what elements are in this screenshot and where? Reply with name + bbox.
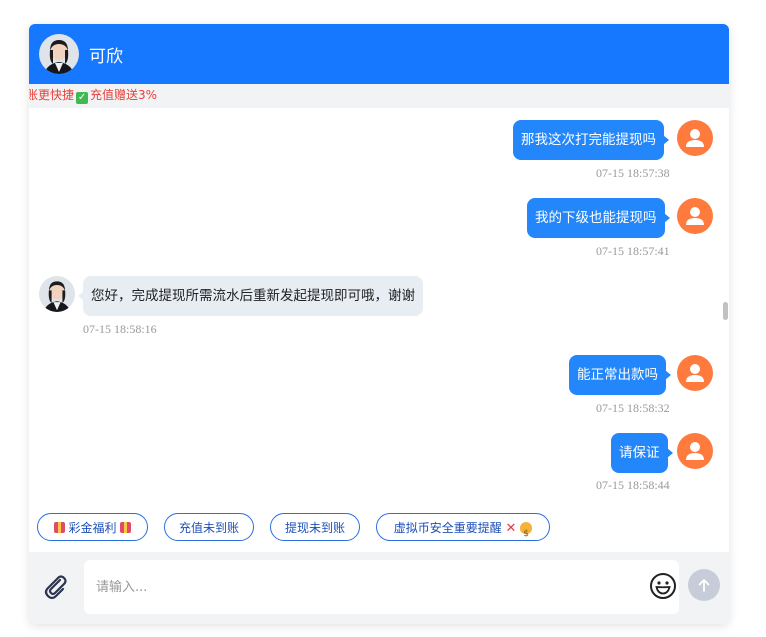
arrow-up-icon — [698, 579, 710, 592]
check-icon: ✓ — [76, 92, 89, 104]
message-time: 07-15 18:58:44 — [596, 478, 670, 492]
quick-reply-crypto-warning[interactable]: 虚拟币安全重要提醒 ✕ — [376, 513, 550, 548]
message-bubble: 请保证 — [611, 433, 672, 473]
user-avatar-icon — [677, 355, 713, 391]
message-bubble: 能正常出款吗 — [569, 355, 671, 395]
message-bubble: 那我这次打完能提现吗 — [513, 120, 669, 160]
agent-avatar — [39, 34, 79, 74]
quick-reply-bar: 彩金福利 充值未到账 提现未到账 虚拟币安全重要提醒 ✕ — [29, 502, 729, 552]
quick-reply-bonus[interactable]: 彩金福利 — [37, 513, 148, 541]
chat-window: 可欣 账更快捷 ✓ 充值赠送3% 那我这次打完能提现吗 07-15 18:57:38… — [29, 24, 729, 624]
message-bubble: 您好，完成提现所需流水后重新发起提现即可哦，谢谢 — [78, 276, 423, 316]
user-avatar-icon — [677, 120, 713, 156]
emoji-icon[interactable] — [649, 572, 677, 600]
notice-text-2: 充值赠送3% — [90, 88, 158, 102]
agent-name: 可欣 — [89, 46, 123, 67]
quick-reply-recharge[interactable]: 充值未到账 — [164, 513, 254, 541]
message-time: 07-15 18:57:38 — [596, 166, 670, 180]
message-time: 07-15 18:58:32 — [596, 401, 670, 415]
chat-header: 可欣 — [29, 24, 729, 84]
send-button[interactable] — [688, 569, 720, 601]
scrollbar-thumb[interactable] — [723, 302, 728, 320]
message-time: 07-15 18:57:41 — [596, 244, 670, 258]
message-bubble: 我的下级也能提现吗 — [527, 198, 669, 238]
paperclip-icon[interactable] — [41, 572, 69, 600]
notice-text-1: 账更快捷 — [29, 88, 75, 102]
user-avatar-icon — [677, 433, 713, 469]
cross-mark-icon: ✕ — [505, 521, 517, 536]
message-input[interactable] — [84, 560, 679, 614]
user-avatar-icon — [677, 198, 713, 234]
agent-avatar — [39, 276, 75, 312]
notice-marquee: 账更快捷 ✓ 充值赠送3% — [29, 85, 157, 105]
gift-icon — [120, 522, 132, 533]
money-bag-icon — [520, 520, 533, 548]
gift-icon — [53, 522, 65, 533]
quick-reply-withdraw[interactable]: 提现未到账 — [270, 513, 360, 541]
input-bar — [29, 552, 729, 624]
message-time: 07-15 18:58:16 — [83, 322, 157, 336]
message-list[interactable]: 那我这次打完能提现吗 07-15 18:57:38 我的下级也能提现吗 07-1… — [29, 108, 729, 502]
